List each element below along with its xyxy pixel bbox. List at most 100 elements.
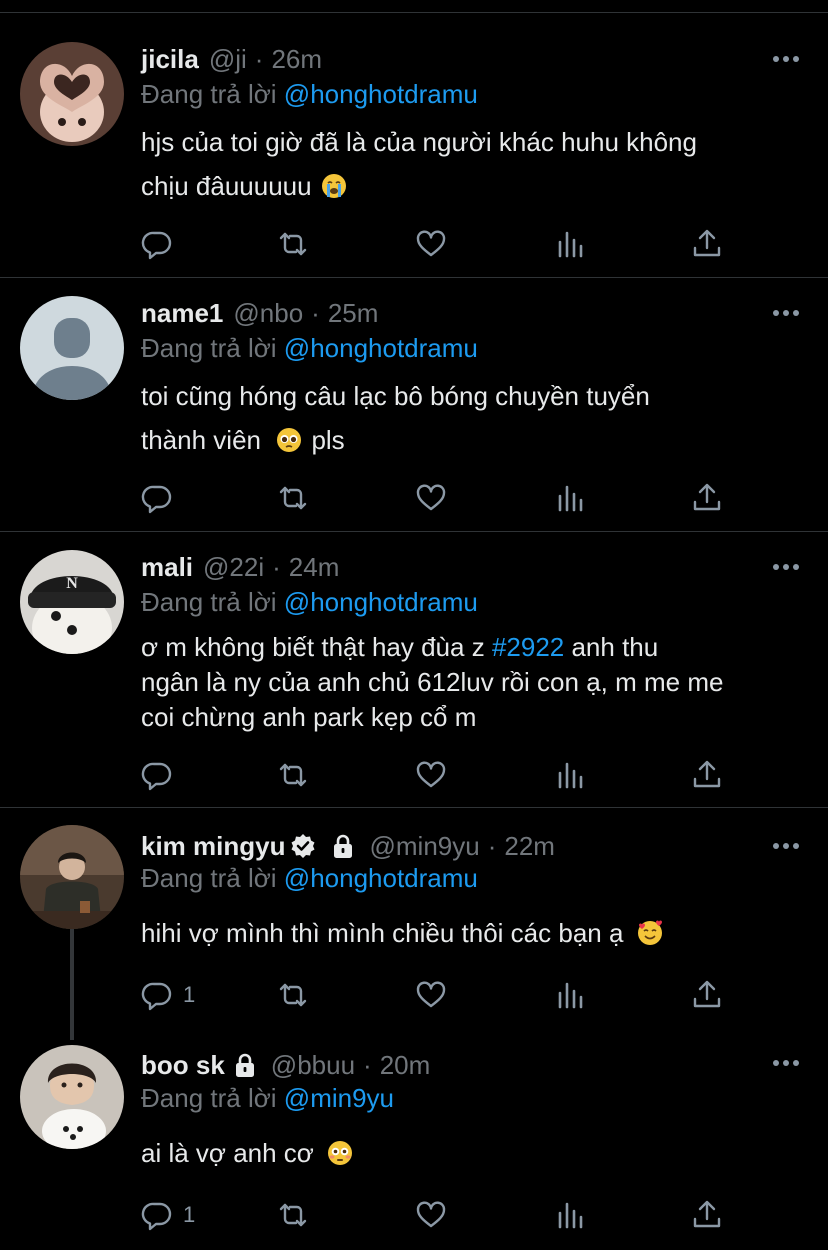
display-name[interactable]: jicila [141, 41, 199, 77]
reply-button[interactable]: 1 [141, 978, 195, 1012]
reply-icon [141, 759, 173, 791]
text-line: hjs của toi giờ đã là của người khác huh… [141, 127, 697, 157]
timestamp[interactable]: 20m [380, 1047, 431, 1083]
tweet-divider [0, 531, 828, 532]
like-button[interactable] [415, 227, 447, 261]
heart-icon [415, 979, 447, 1011]
analytics-icon [555, 1199, 587, 1231]
display-name[interactable]: mali [141, 549, 193, 585]
avatar[interactable] [20, 1045, 124, 1149]
timestamp[interactable]: 25m [328, 295, 379, 331]
lock-icon [231, 1051, 259, 1079]
top-divider [0, 12, 828, 13]
text-line: chịu đâuuuuuu [141, 171, 312, 201]
share-button[interactable] [691, 1198, 723, 1232]
display-name[interactable]: name1 [141, 295, 223, 331]
separator: · [487, 831, 497, 861]
action-bar [141, 758, 741, 792]
retweet-button[interactable] [277, 227, 309, 261]
separator: · [311, 298, 320, 328]
retweet-icon [277, 228, 309, 260]
separator: · [254, 44, 264, 74]
timestamp[interactable]: 22m [504, 828, 555, 864]
handle[interactable]: @22i [203, 549, 264, 585]
handle[interactable]: @ji [209, 41, 247, 77]
tweet-text: hjs của toi giờ đã là của người khác huh… [141, 120, 811, 208]
reply-button[interactable]: 1 [141, 1198, 195, 1232]
text-segment: anh thu [564, 632, 659, 662]
timestamp[interactable]: 24m [289, 549, 340, 585]
mention-link[interactable]: @min9yu [284, 1083, 394, 1113]
avatar[interactable] [20, 42, 124, 146]
handle[interactable]: @bbuu [271, 1047, 355, 1083]
hashtag-link[interactable]: #2922 [492, 632, 564, 662]
action-bar: 1 [141, 978, 741, 1012]
more-options-icon[interactable] [772, 842, 800, 850]
more-options-icon[interactable] [772, 309, 800, 317]
separator: · [363, 1050, 372, 1080]
display-name[interactable]: boo sk [141, 1047, 225, 1083]
reply-count: 1 [183, 982, 196, 1007]
reply-icon [141, 979, 173, 1011]
more-options-icon[interactable] [772, 1059, 800, 1067]
share-icon [691, 979, 723, 1011]
retweet-button[interactable] [277, 978, 309, 1012]
retweet-button[interactable] [277, 758, 309, 792]
retweet-icon [277, 979, 309, 1011]
verified-icon [289, 832, 317, 860]
mention-link[interactable]: @honghotdramu [284, 333, 478, 363]
like-button[interactable] [415, 758, 447, 792]
retweet-button[interactable] [277, 481, 309, 515]
reply-button[interactable] [141, 227, 183, 261]
views-button[interactable] [555, 227, 587, 261]
share-button[interactable] [691, 978, 723, 1012]
like-button[interactable] [415, 1198, 447, 1232]
heart-icon [415, 759, 447, 791]
reply-button[interactable] [141, 481, 183, 515]
views-button[interactable] [555, 758, 587, 792]
handle[interactable]: @min9yu [369, 828, 479, 864]
svg-text:N: N [66, 575, 78, 592]
heart-icon [415, 228, 447, 260]
text-line: ngân là ny của anh chủ 612luv rồi con ạ,… [141, 667, 724, 697]
retweet-icon [277, 482, 309, 514]
tweet-divider [0, 807, 828, 808]
more-options-icon[interactable] [772, 563, 800, 571]
views-button[interactable] [555, 978, 587, 1012]
views-button[interactable] [555, 1198, 587, 1232]
share-icon [691, 228, 723, 260]
avatar[interactable]: N [20, 550, 124, 654]
avatar[interactable] [20, 296, 124, 400]
mention-link[interactable]: @honghotdramu [284, 587, 478, 617]
share-button[interactable] [691, 758, 723, 792]
reply-icon [141, 228, 173, 260]
replying-prefix: Đang trả lời [141, 1083, 277, 1113]
man-at-table-avatar [20, 825, 124, 929]
display-name[interactable]: kim mingyu [141, 828, 285, 864]
handle[interactable]: @nbo [233, 295, 303, 331]
reply-button[interactable] [141, 758, 183, 792]
retweet-button[interactable] [277, 1198, 309, 1232]
share-icon [691, 482, 723, 514]
like-button[interactable] [415, 978, 447, 1012]
mention-link[interactable]: @honghotdramu [284, 79, 478, 109]
replying-prefix: Đang trả lời [141, 587, 277, 617]
dog-with-ny-beanie-avatar: N [20, 550, 124, 654]
text-line: coi chừng anh park kẹp cổ m [141, 702, 477, 732]
share-button[interactable] [691, 481, 723, 515]
share-icon [691, 759, 723, 791]
mention-link[interactable]: @honghotdramu [284, 863, 478, 893]
replying-to: Đang trả lời @honghotdramu [141, 76, 478, 112]
heart-hands-avatar [20, 42, 124, 146]
tweet-text: hihi vợ mình thì mình chiều thôi các bạn… [141, 915, 811, 951]
timestamp[interactable]: 26m [271, 41, 322, 77]
like-button[interactable] [415, 481, 447, 515]
views-button[interactable] [555, 481, 587, 515]
default-avatar [20, 296, 124, 400]
reply-count: 1 [183, 1202, 196, 1227]
avatar[interactable] [20, 825, 124, 929]
share-button[interactable] [691, 227, 723, 261]
tweet-header: boo sk @bbuu · 20m [141, 1047, 430, 1083]
more-options-icon[interactable] [772, 55, 800, 63]
loudly-crying-face-emoji [321, 173, 347, 199]
